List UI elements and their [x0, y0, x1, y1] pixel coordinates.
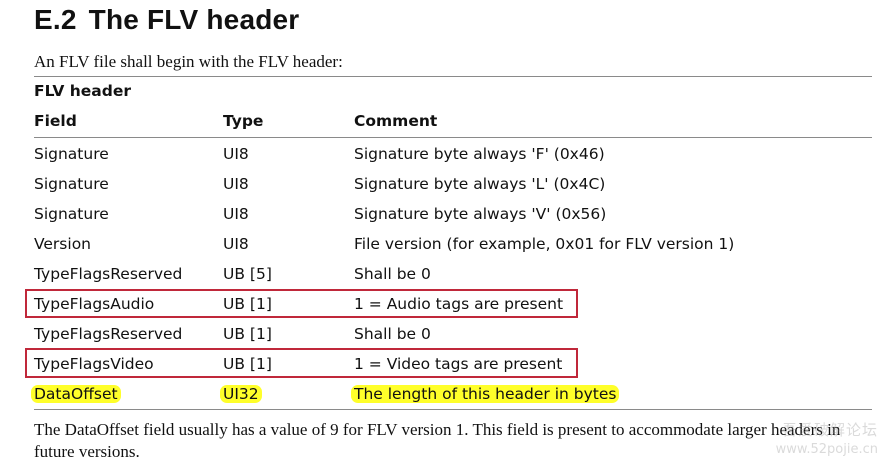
- table-row: Signature UI8 Signature byte always 'V' …: [34, 200, 872, 230]
- cell-type: UI8: [223, 205, 249, 223]
- intro-paragraph: An FLV file shall begin with the FLV hea…: [34, 52, 343, 71]
- table-row: Version UI8 File version (for example, 0…: [34, 230, 872, 260]
- cell-comment: Shall be 0: [354, 325, 431, 343]
- cell-comment: 1 = Audio tags are present: [354, 295, 564, 313]
- cell-type: UB [1]: [223, 325, 272, 343]
- cell-type: UB [1]: [223, 355, 272, 373]
- cell-field: Version: [34, 235, 91, 253]
- section-heading: E.2 The FLV header: [34, 4, 299, 36]
- cell-field: Signature: [34, 175, 109, 193]
- cell-field: TypeFlagsReserved: [34, 325, 183, 343]
- column-header-field: Field: [34, 112, 77, 130]
- cell-comment: Signature byte always 'V' (0x56): [354, 205, 607, 223]
- cell-comment: Signature byte always 'F' (0x46): [354, 145, 605, 163]
- table-row: Signature UI8 Signature byte always 'L' …: [34, 170, 872, 200]
- table-row: TypeFlagsReserved UB [5] Shall be 0: [34, 260, 872, 290]
- footer-paragraph: The DataOffset field usually has a value…: [34, 420, 841, 461]
- table-row: Signature UI8 Signature byte always 'F' …: [34, 140, 872, 170]
- cell-field: Signature: [34, 205, 109, 223]
- cell-type: UI32: [220, 385, 262, 403]
- section-title: The FLV header: [88, 4, 300, 35]
- table-row-marked: DataOffset UI32 The length of this heade…: [31, 380, 872, 410]
- cell-type: UI8: [223, 145, 249, 163]
- column-header-type: Type: [223, 112, 264, 130]
- cell-field: Signature: [34, 145, 109, 163]
- cell-comment: 1 = Video tags are present: [354, 355, 563, 373]
- cell-field: TypeFlagsVideo: [34, 355, 154, 373]
- section-number: E.2: [34, 4, 77, 35]
- cell-comment: Shall be 0: [354, 265, 431, 283]
- cell-field: DataOffset: [31, 385, 121, 403]
- cell-comment: File version (for example, 0x01 for FLV …: [354, 235, 735, 253]
- cell-type: UB [5]: [223, 265, 272, 283]
- table-caption: FLV header: [34, 82, 131, 100]
- table-header-rule: [34, 137, 872, 138]
- table-bottom-rule: [34, 409, 872, 410]
- cell-comment: The length of this header in bytes: [351, 385, 620, 403]
- table-row-highlighted: TypeFlagsVideo UB [1] 1 = Video tags are…: [34, 350, 872, 380]
- table-row: TypeFlagsReserved UB [1] Shall be 0: [34, 320, 872, 350]
- table-row-highlighted: TypeFlagsAudio UB [1] 1 = Audio tags are…: [34, 290, 872, 320]
- cell-type: UI8: [223, 175, 249, 193]
- table-top-rule: [34, 76, 872, 77]
- cell-field: TypeFlagsAudio: [34, 295, 155, 313]
- cell-type: UB [1]: [223, 295, 272, 313]
- cell-type: UI8: [223, 235, 249, 253]
- column-header-comment: Comment: [354, 112, 438, 130]
- cell-field: TypeFlagsReserved: [34, 265, 183, 283]
- cell-comment: Signature byte always 'L' (0x4C): [354, 175, 606, 193]
